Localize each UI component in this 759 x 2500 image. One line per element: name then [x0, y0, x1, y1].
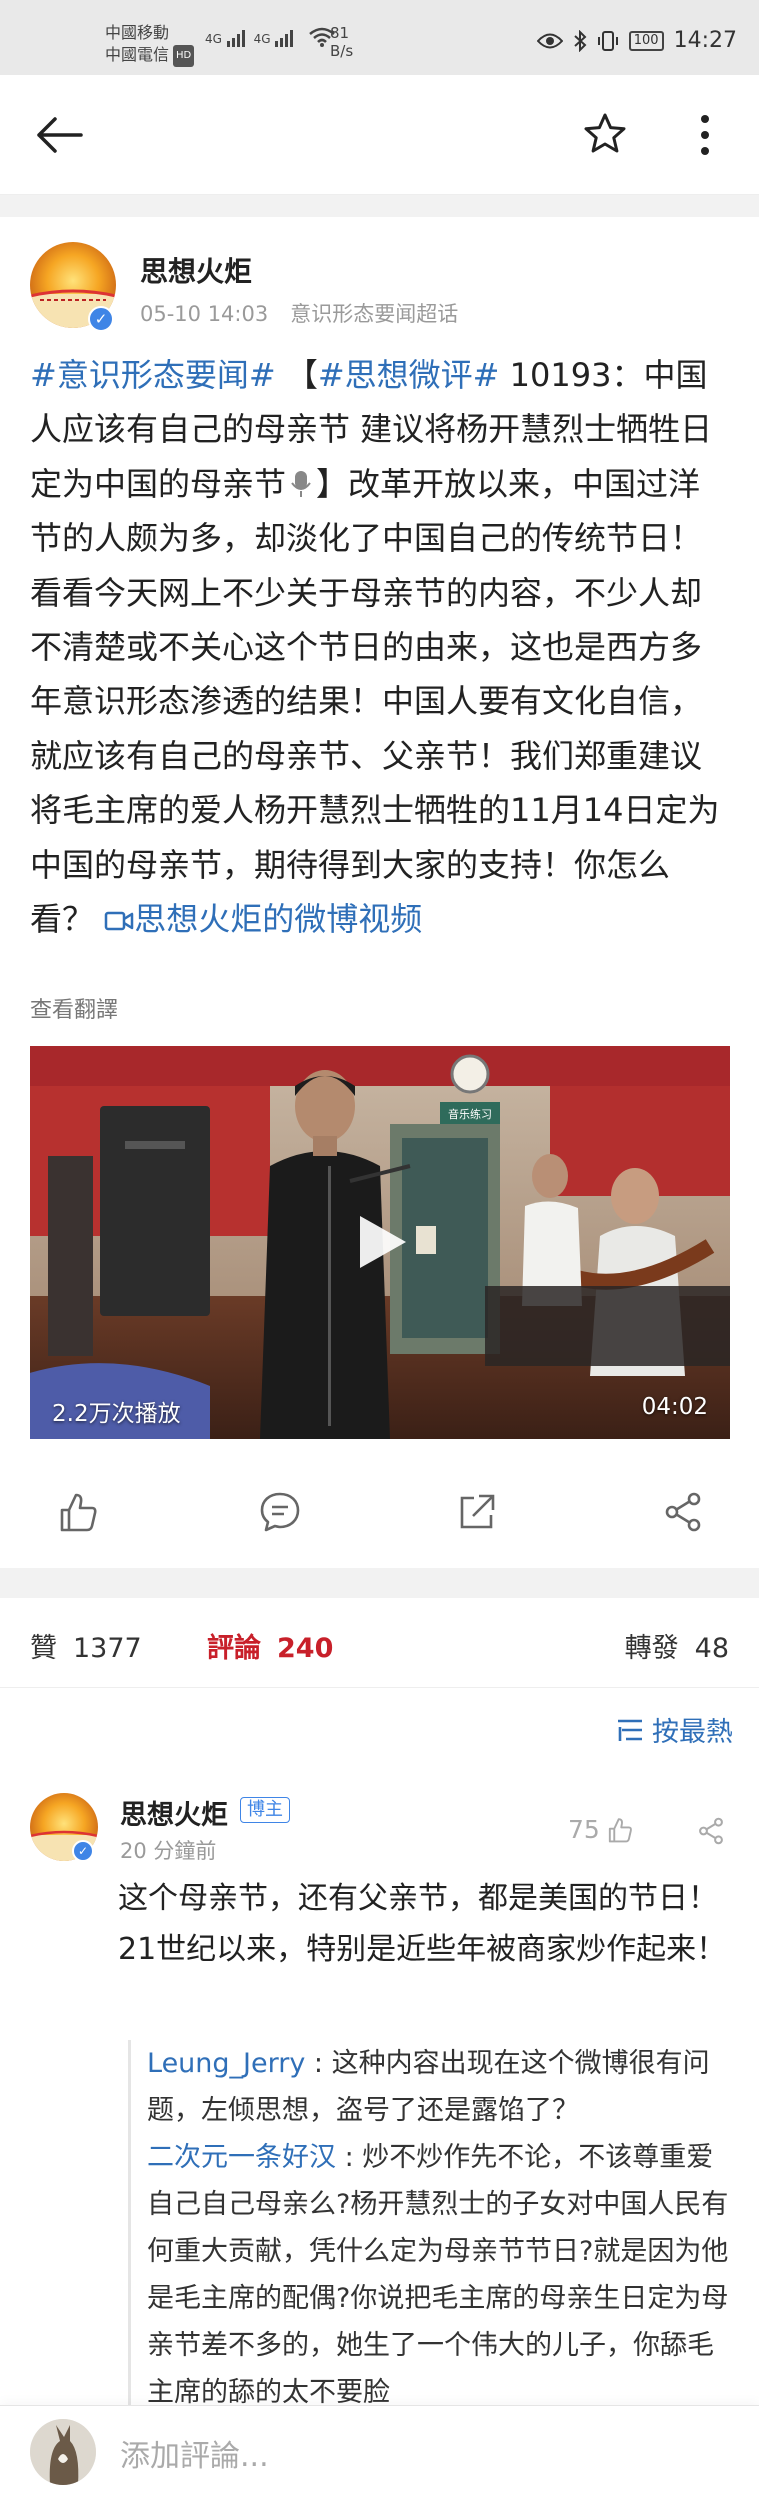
microphone-icon	[291, 470, 311, 497]
reposts-label: 轉發	[624, 1633, 679, 1664]
verified-icon: ✓	[88, 306, 114, 332]
video-link-text[interactable]: 思想火炬的微博视频	[134, 900, 422, 938]
reply-item[interactable]: Leung_Jerry : 这种内容出现在这个微博很有问题，左倾思想，盗号了还是…	[147, 2040, 736, 2134]
reply-text: 炒不炒作先不论，不该尊重爱自己自己母亲么?杨开慧烈士的子女对中国人民有何重大贡献…	[147, 2142, 729, 2408]
favorite-star-icon[interactable]	[582, 111, 628, 157]
user-avatar[interactable]	[30, 2419, 96, 2485]
engagement-tabs: 贊 1377 評論 240 轉發 48	[0, 1598, 759, 1688]
speed-value: 81	[330, 24, 350, 42]
signal-icons: 4G 4G	[205, 26, 336, 48]
reply-user[interactable]: 二次元一条好汉	[147, 2142, 336, 2173]
comment-like-count: 75	[568, 1815, 600, 1844]
battery-icon: 100	[628, 30, 664, 51]
network-speed: 81 B/s	[330, 24, 353, 60]
comment-input[interactable]: 添加評論...	[120, 2431, 269, 2475]
reply-item[interactable]: 二次元一条好汉 : 炒不炒作先不论，不该尊重爱自己自己母亲么?杨开慧烈士的子女对…	[147, 2134, 736, 2416]
share-icon[interactable]	[661, 1490, 705, 1534]
translate-link[interactable]: 查看翻譯	[30, 992, 118, 1024]
user-avatar-image	[30, 2419, 96, 2485]
tab-comments[interactable]: 評論 240	[207, 1626, 333, 1665]
clock: 14:27	[673, 28, 737, 53]
tab-likes[interactable]: 贊 1377	[30, 1626, 142, 1665]
comment-text: 这个母亲节，还有父亲节，都是美国的节日！21世纪以来，特别是近些年被商家炒作起来…	[118, 1881, 727, 1967]
eye-icon	[536, 33, 563, 48]
network-type-1: 4G	[205, 32, 222, 46]
video-link[interactable]: 思想火炬的微博视频	[104, 900, 422, 938]
status-right: 100 14:27	[536, 28, 737, 53]
comments-count: 240	[277, 1633, 334, 1664]
more-options-icon[interactable]	[695, 111, 715, 159]
comment-author[interactable]: 思想火炬	[120, 1793, 228, 1832]
status-bar: 中國移動 中國電信 HD 4G 4G 81 B/s 100 14:27	[0, 0, 759, 75]
carrier-1: 中國移動	[105, 23, 170, 42]
verified-icon: ✓	[72, 1840, 94, 1862]
author-badge: 博主	[240, 1797, 290, 1823]
post-author[interactable]: 思想火炬	[140, 250, 252, 290]
post-actions	[0, 1460, 759, 1570]
nav-bar	[0, 75, 759, 195]
reply-user[interactable]: Leung_Jerry	[147, 2048, 305, 2079]
sort-icon	[618, 1719, 642, 1741]
video-duration: 04:02	[641, 1394, 708, 1420]
signal-icon	[275, 30, 294, 47]
speed-unit: B/s	[330, 42, 354, 60]
section-gap	[0, 1568, 759, 1598]
section-gap	[0, 195, 759, 217]
hd-badge: HD	[173, 44, 195, 67]
repost-icon[interactable]	[455, 1490, 499, 1534]
comment-input-bar: 添加評論...	[0, 2405, 759, 2500]
comment-share-icon[interactable]	[696, 1816, 726, 1846]
post-text-part2: 】改革开放以来，中国过洋节的人颇为多，却淡化了中国自己的传统节日！看看今天网上不…	[30, 464, 720, 939]
post-meta: 05-10 14:03 意识形态要闻超话	[140, 298, 458, 328]
video-player[interactable]: 音乐练习 2.2万次播放 04:02	[30, 1046, 730, 1439]
comment-like-button[interactable]: 75	[568, 1815, 634, 1844]
play-count: 2.2万次播放	[52, 1401, 181, 1427]
comment-time: 20 分鐘前	[120, 1839, 217, 1863]
tab-reposts[interactable]: 轉發 48	[625, 1626, 729, 1665]
likes-label: 贊	[30, 1633, 57, 1664]
signal-icon	[226, 30, 245, 47]
carrier-2: 中國電信	[105, 45, 170, 64]
back-arrow-icon[interactable]	[35, 115, 83, 155]
sort-label: 按最熱	[652, 1717, 733, 1748]
post-source[interactable]: 意识形态要闻超话	[290, 302, 458, 326]
carrier-info: 中國移動 中國電信 HD	[105, 22, 195, 67]
like-icon	[608, 1817, 632, 1842]
play-icon[interactable]	[348, 1210, 412, 1274]
wall-sign: 音乐练习	[448, 1107, 492, 1121]
network-type-2: 4G	[253, 32, 271, 46]
vibrate-icon	[597, 30, 618, 51]
comment-icon[interactable]	[258, 1490, 302, 1534]
reposts-count: 48	[694, 1633, 729, 1664]
reply-list[interactable]: Leung_Jerry : 这种内容出现在这个微博很有问题，左倾思想，盗号了还是…	[128, 2040, 736, 2416]
like-icon[interactable]	[56, 1490, 100, 1534]
likes-count: 1377	[73, 1633, 142, 1664]
comments-label: 評論	[207, 1633, 261, 1664]
hashtag-link[interactable]: #意识形态要闻#	[30, 356, 276, 394]
bluetooth-icon	[574, 29, 587, 52]
post-body: #意识形态要闻# 【#思想微评# 10193：中国人应该有自己的母亲节 建议将杨…	[30, 348, 730, 946]
video-camera-icon	[104, 911, 134, 931]
sort-button[interactable]: 按最熱	[616, 1710, 733, 1749]
bracket-open: 【	[285, 356, 318, 394]
post-date: 05-10 14:03	[140, 302, 269, 326]
hashtag-link[interactable]: #思想微评#	[318, 356, 500, 394]
